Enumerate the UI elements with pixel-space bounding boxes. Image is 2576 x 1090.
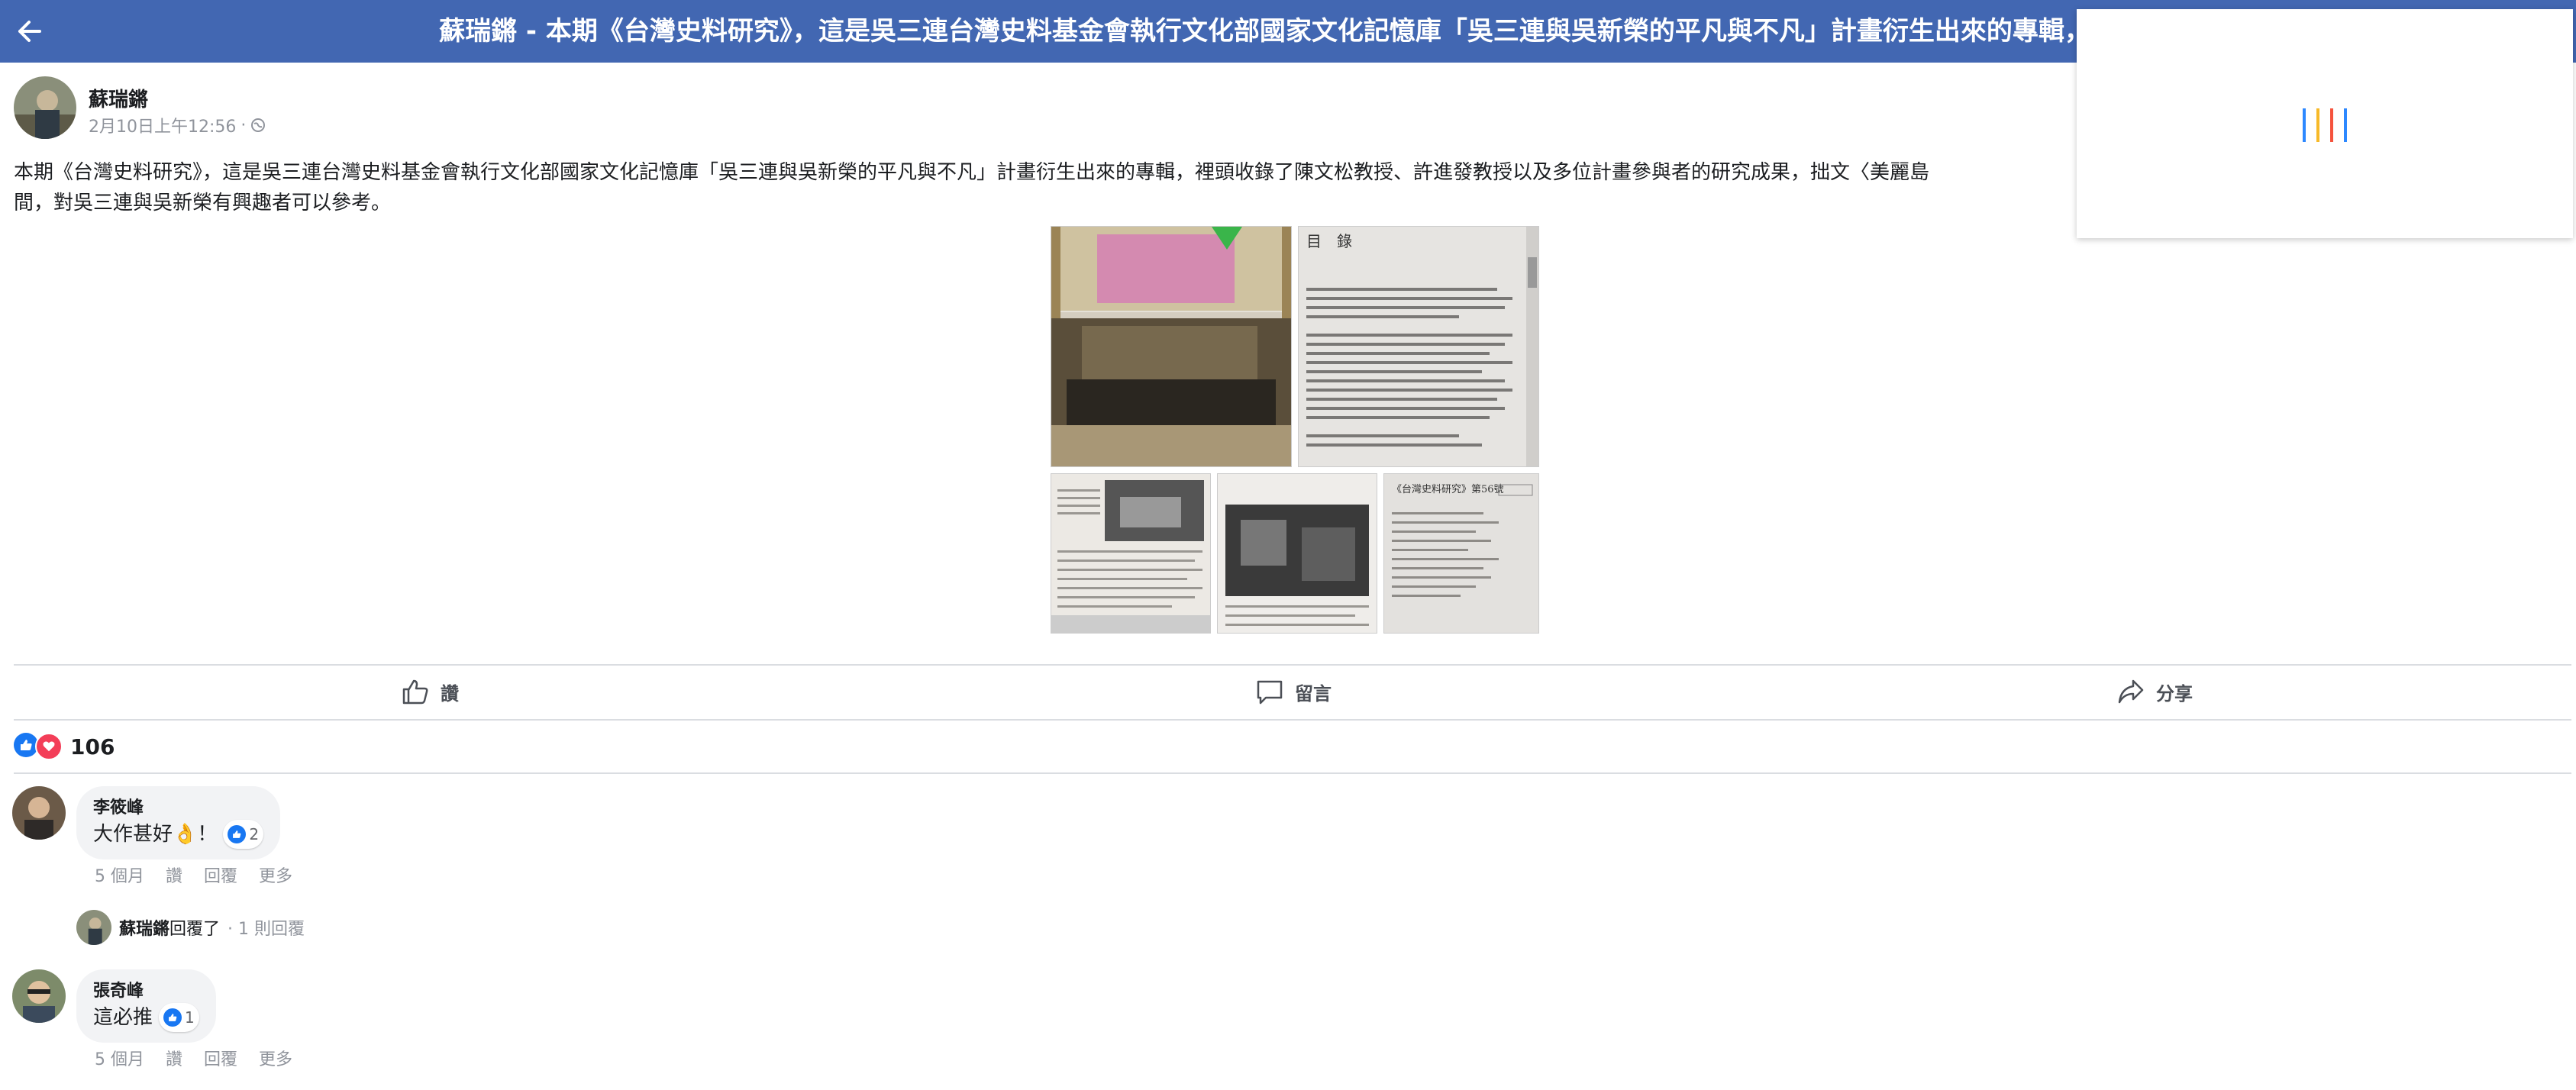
comment-time[interactable]: 5 個月 xyxy=(95,863,144,887)
reaction-count: 106 xyxy=(70,734,115,759)
post-photo-1[interactable] xyxy=(1051,226,1292,467)
reply-count: · 1 則回覆 xyxy=(228,920,305,939)
comment-reaction-badge[interactable]: 1 xyxy=(159,1003,199,1032)
comment-reply-link[interactable]: 回覆 xyxy=(204,1046,237,1070)
photo-journal-heading: 《台灣史料研究》第56號 xyxy=(1392,484,1504,495)
like-label: 讚 xyxy=(441,682,459,705)
comment-more-link[interactable]: 更多 xyxy=(259,1046,292,1070)
share-label: 分享 xyxy=(2156,682,2193,705)
comment-actions: 5 個月 讚 回覆 更多 xyxy=(95,1046,292,1070)
post-photo-4[interactable] xyxy=(1217,473,1377,634)
comment-text-row: 大作甚好👌！ 2 xyxy=(93,820,264,849)
comment-author[interactable]: 張奇峰 xyxy=(93,980,199,1003)
divider-top xyxy=(14,664,2571,666)
reply-avatar xyxy=(76,910,111,945)
comment-like-count: 1 xyxy=(185,1008,195,1027)
share-button[interactable]: 分享 xyxy=(2116,675,2193,708)
meta-separator: · xyxy=(240,115,247,135)
love-reaction-icon xyxy=(35,733,63,760)
comment-label: 留言 xyxy=(1295,682,1332,705)
comment-reply-link[interactable]: 回覆 xyxy=(204,863,237,887)
comment-actions: 5 個月 讚 回覆 更多 xyxy=(95,863,292,887)
comment-text: 這必推 xyxy=(93,1006,153,1029)
comment-like-link[interactable]: 讚 xyxy=(166,863,182,887)
comment-avatar[interactable] xyxy=(12,969,66,1023)
comment-time[interactable]: 5 個月 xyxy=(95,1046,144,1070)
post-author-name[interactable]: 蘇瑞鏘 xyxy=(89,84,148,112)
comment-bubble: 張奇峰 這必推 1 xyxy=(76,969,216,1043)
post-timestamp[interactable]: 2月10日上午12:56 xyxy=(89,113,236,137)
like-reaction-icon xyxy=(163,1008,182,1027)
loading-panel xyxy=(2077,9,2573,238)
like-reaction-icon xyxy=(228,825,247,843)
post-meta: 2月10日上午12:56 · xyxy=(89,113,266,137)
share-arrow-icon xyxy=(2118,679,2144,704)
comment-text-row: 這必推 1 xyxy=(93,1003,199,1032)
post-body-text: 本期《台灣史料研究》，這是吳三連台灣史料基金會執行文化部國家文化記憶庫「吳三連與… xyxy=(14,161,1930,214)
author-avatar[interactable] xyxy=(14,76,76,139)
comment-reaction-badge[interactable]: 2 xyxy=(223,820,264,849)
post-photo-3[interactable] xyxy=(1051,473,1211,634)
loading-spinner-icon xyxy=(2303,108,2347,142)
globe-icon xyxy=(251,118,266,132)
comment-like-count: 2 xyxy=(249,825,260,843)
photo-toc-heading: 目 錄 xyxy=(1306,232,1352,250)
comment-button[interactable]: 留言 xyxy=(1255,675,1332,708)
reply-summary[interactable]: 蘇瑞鏘 回覆了 · 1 則回覆 xyxy=(76,910,305,945)
divider-actions xyxy=(14,719,2571,721)
comment-more-link[interactable]: 更多 xyxy=(259,863,292,887)
comment-author[interactable]: 李筱峰 xyxy=(93,797,263,820)
reply-author: 蘇瑞鏘 xyxy=(119,920,170,939)
comment-like-link[interactable]: 讚 xyxy=(166,1046,182,1070)
comment-bubble-icon xyxy=(1257,680,1283,705)
back-arrow-icon[interactable] xyxy=(11,12,49,50)
reply-action: 回覆了 xyxy=(169,920,221,939)
like-button[interactable]: 讚 xyxy=(401,675,459,708)
thumbs-up-icon xyxy=(402,679,428,705)
comment-avatar[interactable] xyxy=(12,786,66,840)
post-photo-2[interactable]: 目 錄 xyxy=(1298,226,1539,467)
reactions-summary[interactable]: 106 xyxy=(14,733,115,760)
comment-bubble: 李筱峰 大作甚好👌！ 2 xyxy=(76,786,281,859)
comment-text: 大作甚好👌！ xyxy=(93,823,218,846)
post-photo-5[interactable]: 《台灣史料研究》第56號 xyxy=(1383,473,1539,634)
divider-comments xyxy=(14,772,2571,774)
